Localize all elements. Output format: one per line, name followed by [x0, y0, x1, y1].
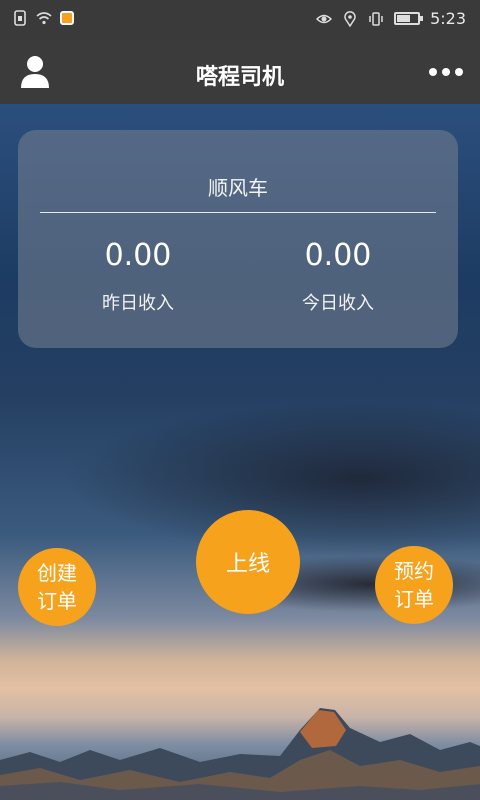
vibrate-icon: [369, 11, 383, 26]
create-order-button[interactable]: 创建订单: [18, 548, 96, 626]
location-icon: [344, 10, 356, 27]
create-order-label: 创建订单: [37, 561, 77, 613]
status-bar: 5:23: [0, 0, 480, 40]
more-dots-icon[interactable]: [428, 62, 464, 82]
today-income-value: 0.00: [304, 238, 372, 273]
wifi-icon: [36, 12, 52, 25]
mountains-illustration: [0, 708, 480, 800]
yesterday-income-label: 昨日收入: [102, 293, 174, 314]
reserve-order-button[interactable]: 预约订单: [375, 546, 453, 624]
app-header: 嗒程司机: [0, 40, 480, 104]
sim-icon: [14, 10, 26, 26]
go-online-button[interactable]: 上线: [196, 510, 300, 614]
yesterday-income-value: 0.00: [104, 238, 172, 273]
page-title: 嗒程司机: [195, 65, 284, 90]
yesterday-income: 0.00 昨日收入: [58, 238, 218, 315]
eye-icon: [316, 14, 333, 23]
reserve-order-label: 预约订单: [394, 559, 434, 611]
today-income: 0.00 今日收入: [258, 238, 418, 315]
battery-icon: [394, 12, 424, 25]
status-time: 5:23: [430, 9, 466, 28]
go-online-label: 上线: [225, 552, 270, 577]
card-title: 顺风车: [208, 176, 268, 200]
app-notification-icon: [60, 11, 74, 25]
today-income-label: 今日收入: [302, 293, 374, 314]
card-divider: [40, 212, 436, 213]
income-card: 顺风车 0.00 昨日收入 0.00 今日收入: [18, 130, 458, 348]
